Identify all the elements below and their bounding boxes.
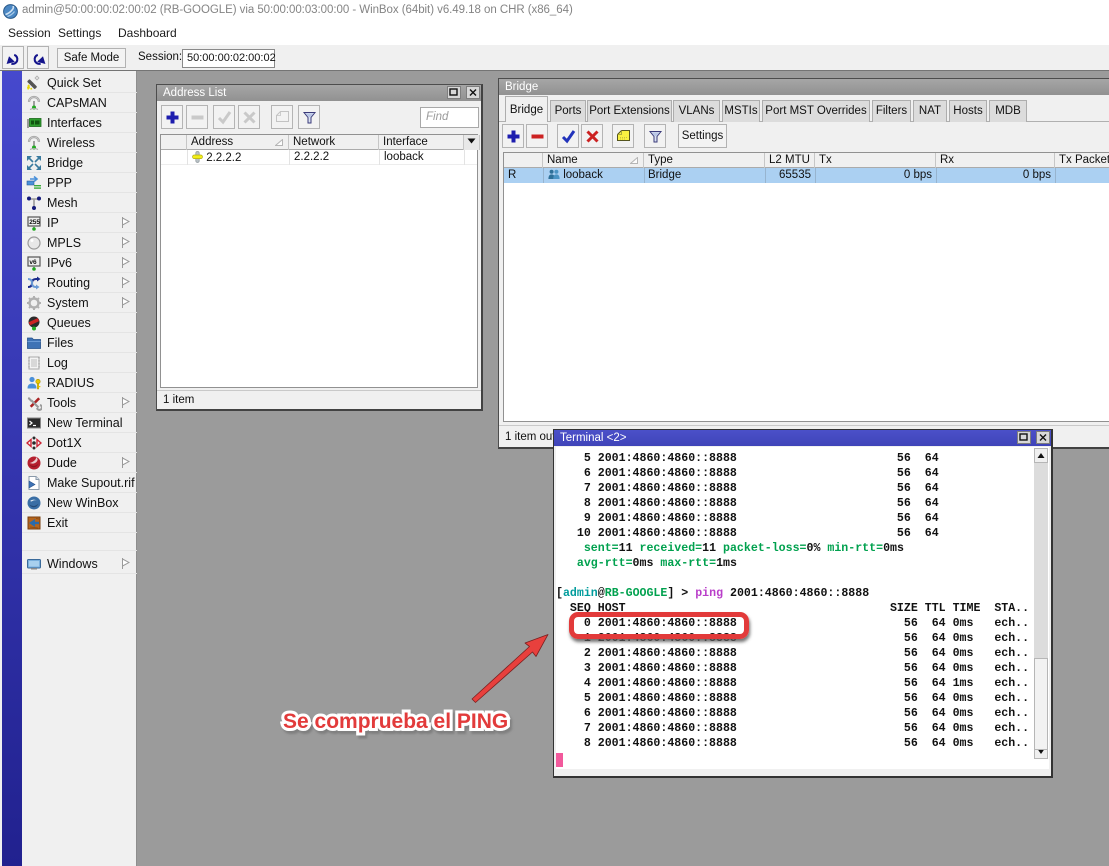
svg-text:v6: v6 <box>29 259 37 266</box>
svg-text:255: 255 <box>29 219 40 226</box>
svg-text:Se comprueba el PING: Se comprueba el PING <box>283 710 508 733</box>
